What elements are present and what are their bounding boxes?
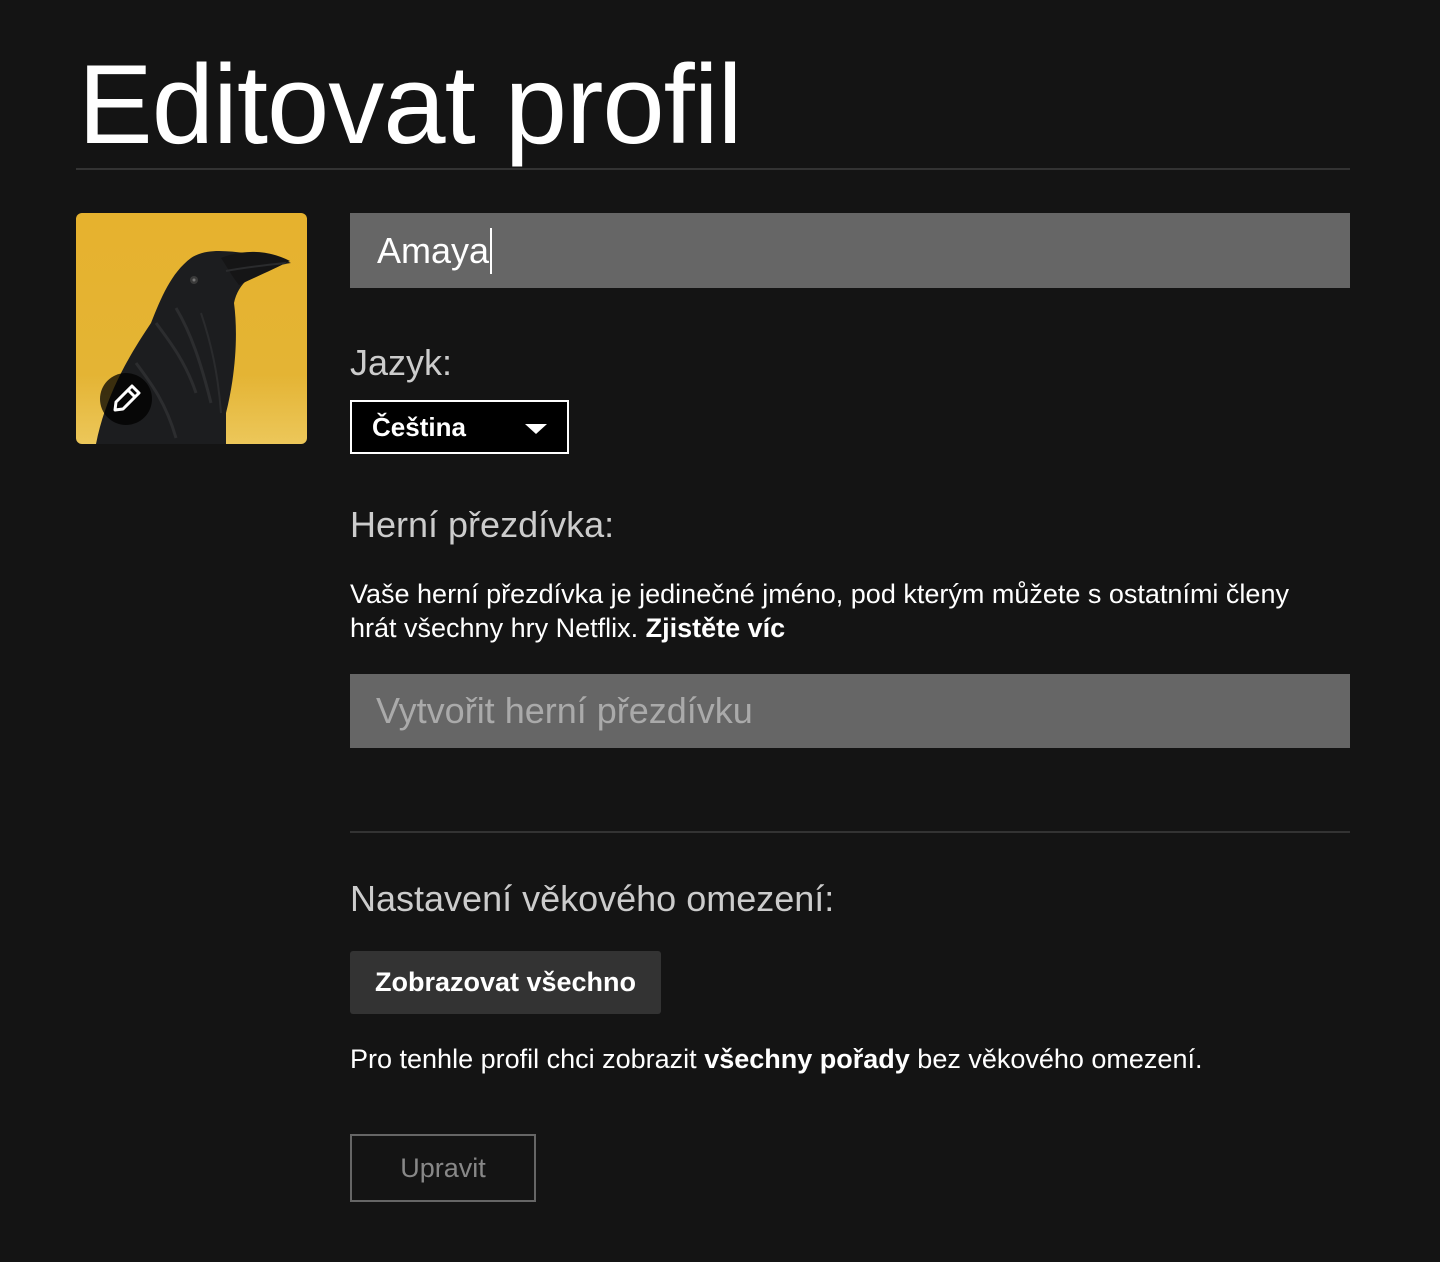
section-divider	[350, 831, 1350, 833]
maturity-desc-prefix: Pro tenhle profil chci zobrazit	[350, 1044, 697, 1074]
gamer-handle-description: Vaše herní přezdívka je jedinečné jméno,…	[350, 577, 1340, 645]
gamer-handle-input[interactable]: Vytvořit herní přezdívku	[350, 674, 1350, 748]
gamer-handle-description-text: Vaše herní přezdívka je jedinečné jméno,…	[350, 579, 1289, 643]
gamer-handle-placeholder: Vytvořit herní přezdívku	[376, 690, 753, 731]
language-selected-value: Čeština	[372, 411, 466, 442]
maturity-description: Pro tenhle profil chci zobrazit všechny …	[350, 1042, 1202, 1076]
profile-name-input[interactable]: Amaya	[350, 213, 1350, 288]
learn-more-link[interactable]: Zjistěte víc	[646, 613, 786, 643]
edit-avatar-button[interactable]	[100, 373, 152, 425]
text-caret	[490, 227, 493, 274]
language-label: Jazyk:	[350, 342, 453, 383]
pencil-icon	[113, 384, 141, 412]
caret-down-icon	[525, 424, 547, 434]
maturity-desc-suffix: bez věkového omezení.	[917, 1044, 1203, 1074]
language-select[interactable]: Čeština	[350, 400, 569, 454]
gamer-handle-label: Herní přezdívka:	[350, 504, 615, 545]
maturity-settings-label: Nastavení věkového omezení:	[350, 878, 835, 919]
profile-name-value: Amaya	[377, 229, 490, 271]
edit-maturity-button[interactable]: Upravit	[350, 1134, 536, 1202]
title-divider	[76, 168, 1350, 170]
page-title: Editovat profil	[78, 42, 743, 167]
maturity-desc-bold: všechny pořady	[704, 1044, 910, 1074]
maturity-rating-badge: Zobrazovat všechno	[350, 951, 661, 1014]
edit-profile-page: Editovat profil Amaya Jazyk: Čeština Her…	[0, 0, 1440, 1262]
